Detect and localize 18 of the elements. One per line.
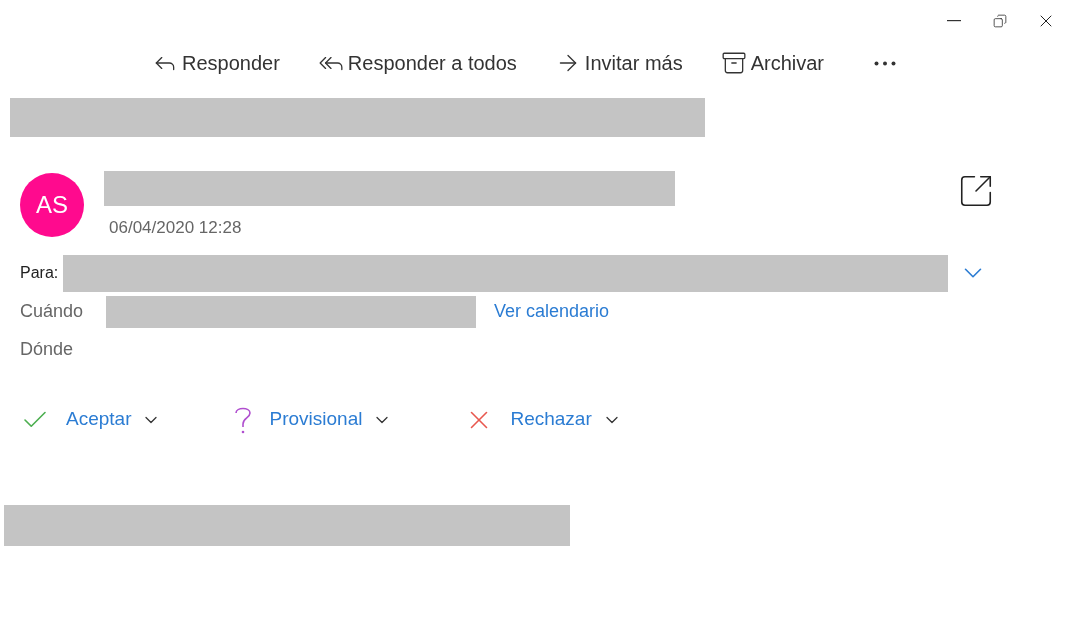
toolbar-button[interactable]: Invitar más — [552, 48, 685, 78]
response-button[interactable]: Aceptar — [20, 404, 162, 435]
avatar: AS — [20, 173, 84, 237]
response-button[interactable]: Provisional — [233, 404, 393, 435]
restore-icon — [993, 14, 1007, 28]
response-button[interactable]: Rechazar — [464, 404, 622, 435]
toolbar-button[interactable]: Archivar — [718, 48, 827, 78]
toolbar-button[interactable]: Responder a todos — [315, 48, 519, 78]
archive-icon — [720, 50, 747, 76]
calendar-link[interactable]: Ver calendario — [494, 298, 610, 325]
to-label: Para: — [20, 263, 60, 283]
toolbar-button[interactable]: Responder — [150, 48, 282, 78]
more-button[interactable] — [874, 60, 897, 66]
when-label: Cuándo — [20, 300, 85, 323]
where-label: Dónde — [20, 338, 74, 359]
more-icon — [874, 60, 897, 66]
minimize-icon — [947, 20, 961, 22]
sent-date: 06/04/2020 12:28 — [109, 217, 243, 239]
